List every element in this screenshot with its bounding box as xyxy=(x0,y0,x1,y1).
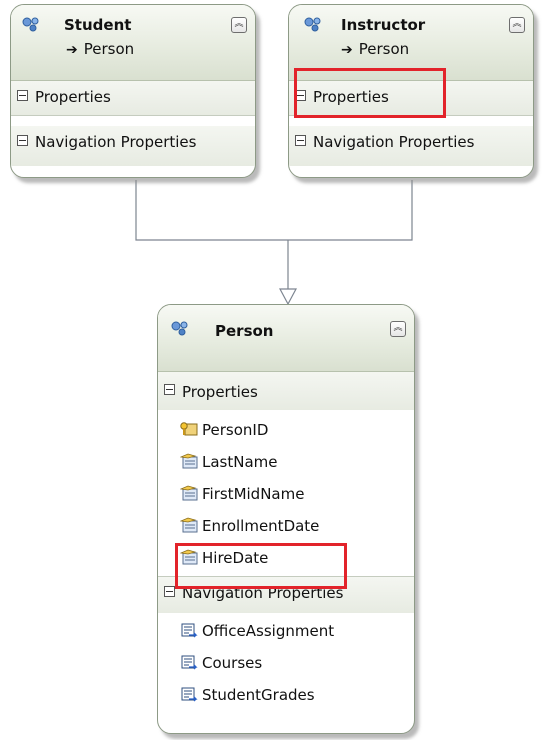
property-icon xyxy=(180,517,198,533)
key-property-icon xyxy=(180,422,198,436)
arrow-right-icon: ➔ xyxy=(66,42,78,58)
highlight-instructor-properties xyxy=(294,68,446,118)
properties-section[interactable]: Properties xyxy=(158,372,414,410)
highlight-hiredate xyxy=(175,543,347,589)
properties-section[interactable]: Properties xyxy=(11,81,255,116)
minus-icon[interactable] xyxy=(17,90,28,101)
navigation-item[interactable]: OfficeAssignment xyxy=(158,615,414,647)
entity-title: Person xyxy=(215,322,274,340)
navigation-name: OfficeAssignment xyxy=(202,622,335,640)
navigation-property-icon xyxy=(181,655,198,670)
base-type-label: Person xyxy=(358,40,410,58)
entity-icon xyxy=(22,17,39,32)
property-item[interactable]: LastName xyxy=(158,446,414,478)
minus-icon[interactable] xyxy=(295,135,306,146)
person-header: Person ︽ xyxy=(158,305,414,372)
property-name: EnrollmentDate xyxy=(202,517,320,535)
navigation-name: Courses xyxy=(202,654,263,672)
arrow-right-icon: ➔ xyxy=(341,42,353,58)
property-icon xyxy=(180,453,198,469)
inheritance-arrow-icon xyxy=(279,288,297,306)
student-header: Student ➔ Person ︽ xyxy=(11,5,255,81)
minus-icon[interactable] xyxy=(17,135,28,146)
section-label: Navigation Properties xyxy=(313,133,475,151)
minus-icon[interactable] xyxy=(164,384,175,395)
property-item[interactable]: PersonID xyxy=(158,414,414,446)
property-item[interactable]: EnrollmentDate xyxy=(158,510,414,542)
student-entity[interactable]: Student ➔ Person ︽ Properties Navigation … xyxy=(10,4,256,178)
minus-icon[interactable] xyxy=(164,586,175,597)
section-label: Properties xyxy=(35,88,111,106)
section-label: Properties xyxy=(182,383,258,401)
collapse-icon[interactable]: ︽ xyxy=(231,17,247,33)
entity-title: Student xyxy=(64,16,132,34)
property-name: FirstMidName xyxy=(202,485,305,503)
person-entity[interactable]: Person ︽ Properties PersonID LastName Fi… xyxy=(157,304,415,734)
base-type-label: Person xyxy=(83,40,135,58)
property-icon xyxy=(180,485,198,501)
navigation-list: OfficeAssignment Courses StudentGrades xyxy=(158,613,414,711)
entity-base-type: ➔ Person xyxy=(66,40,134,58)
navigation-name: StudentGrades xyxy=(202,686,315,704)
collapse-icon[interactable]: ︽ xyxy=(390,321,406,337)
property-name: PersonID xyxy=(202,421,269,439)
navigation-properties-section[interactable]: Navigation Properties xyxy=(289,126,533,166)
entity-icon xyxy=(304,17,321,32)
section-label: Navigation Properties xyxy=(35,133,197,151)
navigation-item[interactable]: Courses xyxy=(158,647,414,679)
entity-base-type: ➔ Person xyxy=(341,40,409,58)
navigation-property-icon xyxy=(181,687,198,702)
entity-icon xyxy=(171,321,188,336)
property-item[interactable]: FirstMidName xyxy=(158,478,414,510)
property-name: LastName xyxy=(202,453,278,471)
navigation-item[interactable]: StudentGrades xyxy=(158,679,414,711)
navigation-properties-section[interactable]: Navigation Properties xyxy=(11,126,255,166)
entity-title: Instructor xyxy=(341,16,426,34)
collapse-icon[interactable]: ︽ xyxy=(509,17,525,33)
navigation-property-icon xyxy=(181,623,198,638)
